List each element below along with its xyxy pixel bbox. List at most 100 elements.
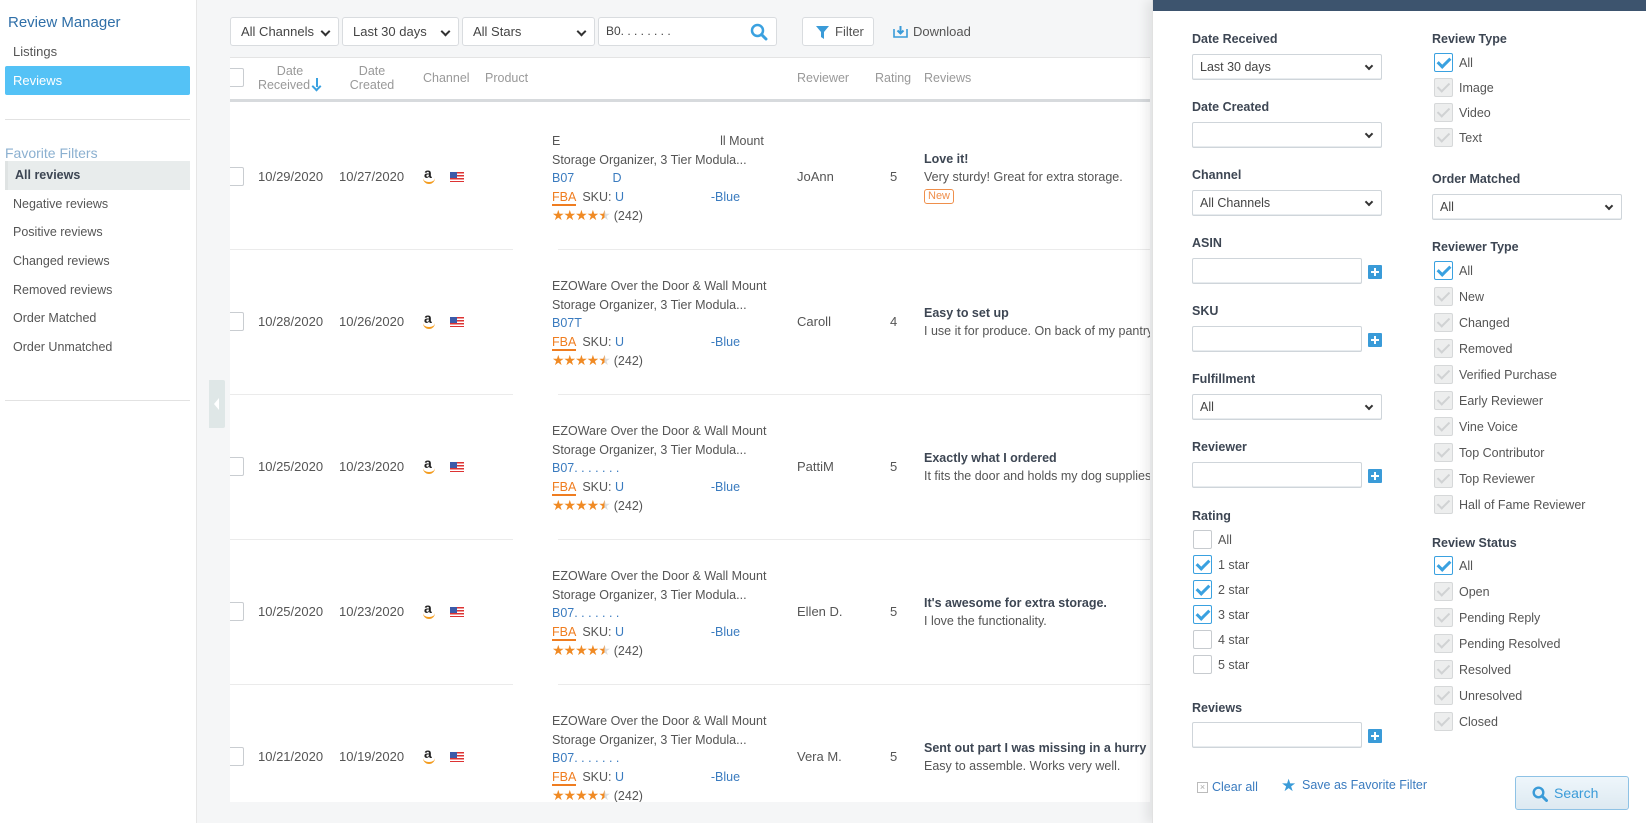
checkbox[interactable]: [1434, 443, 1453, 462]
sku-value[interactable]: U -Blue: [615, 190, 740, 204]
search-input[interactable]: B0. . . . . . . .: [598, 17, 777, 46]
review-status-option[interactable]: All: [1434, 556, 1473, 575]
asin-link[interactable]: B07 D: [552, 169, 772, 188]
sku-value[interactable]: U -Blue: [615, 625, 740, 639]
asin-link[interactable]: B07T: [552, 314, 772, 333]
favorite-order-unmatched[interactable]: Order Unmatched: [5, 333, 190, 362]
reviewer-type-option[interactable]: Early Reviewer: [1434, 391, 1543, 410]
channel-select[interactable]: All Channels: [230, 17, 339, 46]
favorite-order-matched[interactable]: Order Matched: [5, 304, 190, 333]
table-row[interactable]: 10/28/2020 10/26/2020 a EZOWare Over the Do…: [230, 250, 1150, 395]
rating-option[interactable]: 5 star: [1193, 655, 1249, 674]
column-date-created[interactable]: Date Created: [342, 64, 402, 92]
checkbox[interactable]: [1193, 655, 1212, 674]
favorite-changed-reviews[interactable]: Changed reviews: [5, 247, 190, 276]
review-type-option[interactable]: All: [1434, 53, 1473, 72]
reviewer-type-option[interactable]: Verified Purchase: [1434, 365, 1557, 384]
sidebar-item-listings[interactable]: Listings: [5, 37, 190, 66]
review-status-option[interactable]: Unresolved: [1434, 686, 1522, 705]
reviewer-cell[interactable]: PattiM: [797, 459, 834, 474]
checkbox[interactable]: [1434, 582, 1453, 601]
product-title-line1[interactable]: EZOWare Over the Door & Wall Mount: [552, 712, 772, 731]
product-title-line2[interactable]: Storage Organizer, 3 Tier Modula...: [552, 731, 772, 750]
add-reviewer-icon[interactable]: [1368, 469, 1382, 483]
reviewer-type-option[interactable]: All: [1434, 261, 1473, 280]
rating-option[interactable]: 2 star: [1193, 580, 1249, 599]
row-checkbox[interactable]: [230, 312, 244, 331]
favorite-removed-reviews[interactable]: Removed reviews: [5, 276, 190, 305]
review-type-option[interactable]: Video: [1434, 103, 1491, 122]
stars-select[interactable]: All Stars: [462, 17, 595, 46]
checkbox[interactable]: [1434, 417, 1453, 436]
rating-option[interactable]: 4 star: [1193, 630, 1249, 649]
checkbox[interactable]: [1193, 605, 1212, 624]
checkbox[interactable]: [1193, 630, 1212, 649]
review-cell[interactable]: Love it! Very sturdy! Great for extra sto…: [924, 150, 1150, 204]
select-all-checkbox[interactable]: [230, 68, 244, 87]
search-icon[interactable]: [750, 23, 768, 41]
sku-input[interactable]: [1192, 326, 1362, 352]
save-favorite-filter-button[interactable]: ★ Save as Favorite Filter: [1281, 776, 1427, 795]
favorite-negative-reviews[interactable]: Negative reviews: [5, 190, 190, 219]
reviewer-cell[interactable]: Vera M.: [797, 749, 842, 764]
add-asin-icon[interactable]: [1368, 265, 1382, 279]
checkbox[interactable]: [1434, 556, 1453, 575]
product-title-line1[interactable]: E ll Mount: [552, 132, 772, 151]
filter-button[interactable]: Filter: [802, 17, 874, 46]
review-status-option[interactable]: Open: [1434, 582, 1490, 601]
checkbox[interactable]: [1434, 313, 1453, 332]
rating-option[interactable]: 1 star: [1193, 555, 1249, 574]
review-cell[interactable]: Sent out part I was missing in a hurry Ea…: [924, 739, 1150, 775]
date-created-select[interactable]: [1192, 122, 1382, 148]
checkbox[interactable]: [1434, 686, 1453, 705]
checkbox[interactable]: [1434, 128, 1453, 147]
checkbox[interactable]: [1434, 712, 1453, 731]
product-title-line2[interactable]: Storage Organizer, 3 Tier Modula...: [552, 151, 772, 170]
rating-option[interactable]: 3 star: [1193, 605, 1249, 624]
favorite-positive-reviews[interactable]: Positive reviews: [5, 218, 190, 247]
checkbox[interactable]: [1193, 530, 1212, 549]
review-type-option[interactable]: Text: [1434, 128, 1482, 147]
add-sku-icon[interactable]: [1368, 333, 1382, 347]
date-received-select[interactable]: Last 30 days: [1192, 54, 1382, 80]
collapse-sidebar-handle[interactable]: [209, 380, 225, 428]
reviews-input[interactable]: [1192, 722, 1362, 748]
product-title-line1[interactable]: EZOWare Over the Door & Wall Mount: [552, 277, 772, 296]
fulfillment-select[interactable]: All: [1192, 394, 1382, 420]
asin-link[interactable]: B07. . . . . . .: [552, 604, 772, 623]
checkbox[interactable]: [1434, 495, 1453, 514]
asin-input[interactable]: [1192, 258, 1362, 284]
sku-value[interactable]: U -Blue: [615, 335, 740, 349]
asin-link[interactable]: B07. . . . . . .: [552, 459, 772, 478]
table-row[interactable]: 10/25/2020 10/23/2020 a EZOWare Over the Do…: [230, 540, 1150, 685]
asin-link[interactable]: B07. . . . . . .: [552, 749, 772, 768]
checkbox[interactable]: [1434, 634, 1453, 653]
checkbox[interactable]: [1434, 78, 1453, 97]
channel-filter-select[interactable]: All Channels: [1192, 190, 1382, 216]
sku-value[interactable]: U -Blue: [615, 480, 740, 494]
reviewer-cell[interactable]: Ellen D.: [797, 604, 843, 619]
review-cell[interactable]: It's awesome for extra storage. I love th…: [924, 594, 1150, 630]
table-row[interactable]: 10/25/2020 10/23/2020 a EZOWare Over the Do…: [230, 395, 1150, 540]
reviewer-input[interactable]: [1192, 462, 1362, 488]
add-reviews-icon[interactable]: [1368, 729, 1382, 743]
reviewer-type-option[interactable]: Top Contributor: [1434, 443, 1544, 462]
review-cell[interactable]: Easy to set up I use it for produce. On b…: [924, 304, 1150, 340]
row-checkbox[interactable]: [230, 747, 244, 766]
reviewer-type-option[interactable]: Removed: [1434, 339, 1513, 358]
row-checkbox[interactable]: [230, 457, 244, 476]
reviewer-cell[interactable]: Caroll: [797, 314, 831, 329]
product-title-line1[interactable]: EZOWare Over the Door & Wall Mount: [552, 422, 772, 441]
download-button[interactable]: Download: [893, 17, 971, 46]
review-status-option[interactable]: Resolved: [1434, 660, 1511, 679]
product-title-line2[interactable]: Storage Organizer, 3 Tier Modula...: [552, 441, 772, 460]
checkbox[interactable]: [1434, 287, 1453, 306]
checkbox[interactable]: [1434, 53, 1453, 72]
reviewer-type-option[interactable]: Vine Voice: [1434, 417, 1518, 436]
checkbox[interactable]: [1434, 103, 1453, 122]
checkbox[interactable]: [1434, 339, 1453, 358]
table-row[interactable]: 10/21/2020 10/19/2020 a EZOWare Over the Do…: [230, 685, 1150, 802]
review-status-option[interactable]: Closed: [1434, 712, 1498, 731]
sidebar-item-reviews[interactable]: Reviews: [5, 66, 190, 95]
checkbox[interactable]: [1434, 469, 1453, 488]
